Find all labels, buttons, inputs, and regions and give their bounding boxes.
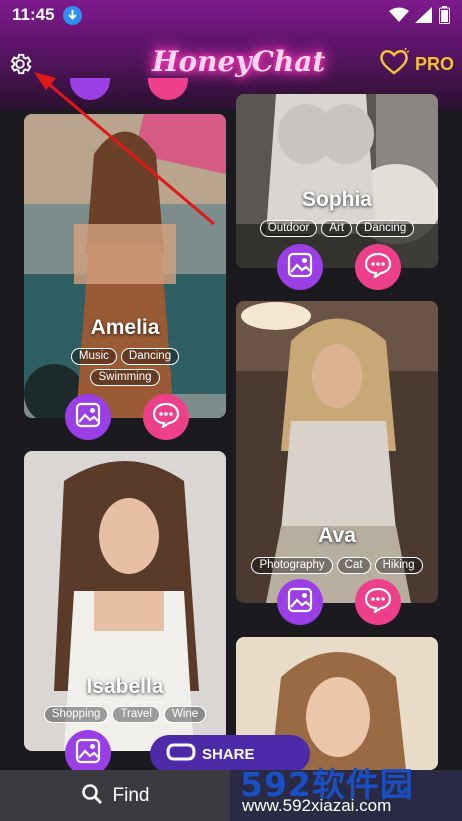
annotation-arrow xyxy=(34,72,215,226)
